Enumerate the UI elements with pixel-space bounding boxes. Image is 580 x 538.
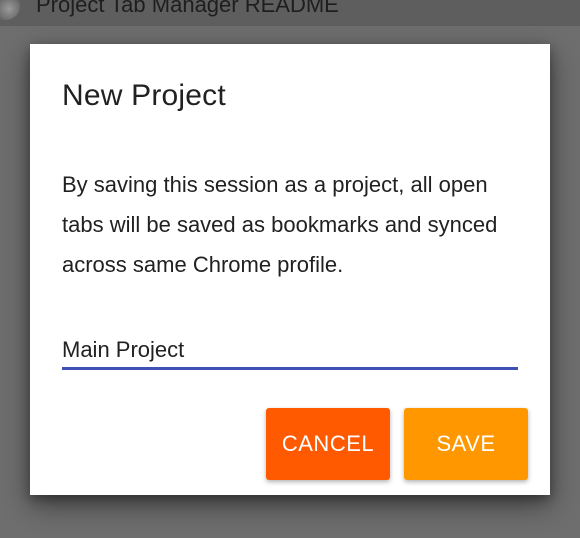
app-header: Project Tab Manager README xyxy=(0,0,580,26)
new-project-dialog: New Project By saving this session as a … xyxy=(30,44,550,495)
cancel-button[interactable]: CANCEL xyxy=(266,408,390,480)
dialog-message: By saving this session as a project, all… xyxy=(62,172,498,277)
project-name-input[interactable] xyxy=(62,330,518,370)
dialog-title: New Project xyxy=(62,79,226,112)
save-button[interactable]: SAVE xyxy=(404,408,528,480)
app-title: Project Tab Manager README xyxy=(36,0,339,17)
project-name-underline xyxy=(62,367,518,370)
app-logo-icon xyxy=(0,0,20,20)
